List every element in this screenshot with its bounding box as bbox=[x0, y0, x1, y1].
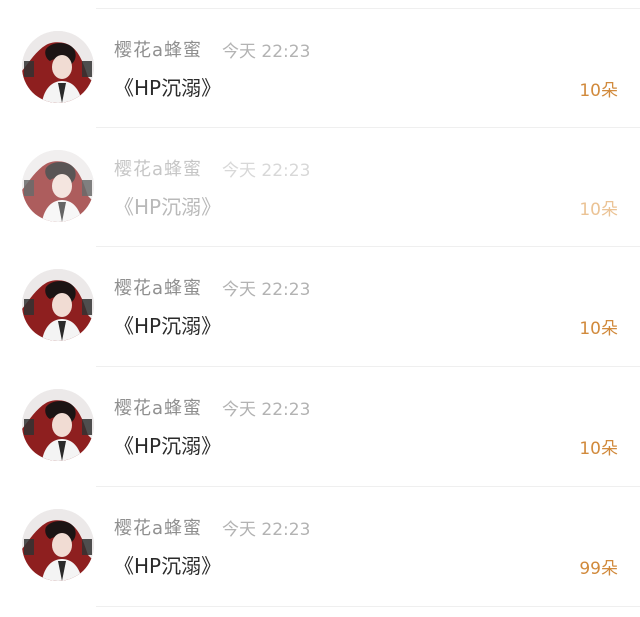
user-avatar-icon[interactable] bbox=[22, 509, 94, 581]
message-text: 《HP沉溺》 bbox=[114, 195, 222, 219]
user-name[interactable]: 樱花a蜂蜜 bbox=[114, 155, 202, 181]
user-avatar-icon[interactable] bbox=[22, 389, 94, 461]
timestamp: 今天 22:23 bbox=[222, 400, 311, 420]
timestamp: 今天 22:23 bbox=[222, 520, 311, 540]
divider bbox=[96, 606, 640, 607]
user-name[interactable]: 樱花a蜂蜜 bbox=[114, 394, 202, 420]
message-text: 《HP沉溺》 bbox=[114, 76, 222, 100]
user-avatar-icon[interactable] bbox=[22, 269, 94, 341]
message-text: 《HP沉溺》 bbox=[114, 314, 222, 338]
timestamp: 今天 22:23 bbox=[222, 280, 311, 300]
user-avatar-icon[interactable] bbox=[22, 31, 94, 103]
flower-count: 99朵 bbox=[579, 559, 618, 579]
flower-count: 10朵 bbox=[579, 200, 618, 220]
message-text: 《HP沉溺》 bbox=[114, 554, 222, 578]
list-item[interactable]: 樱花a蜂蜜 今天 22:23 《HP沉溺》 10朵 bbox=[0, 127, 640, 246]
user-name[interactable]: 樱花a蜂蜜 bbox=[114, 274, 202, 300]
user-avatar-icon[interactable] bbox=[22, 150, 94, 222]
list-item[interactable]: 樱花a蜂蜜 今天 22:23 《HP沉溺》 10朵 bbox=[0, 246, 640, 365]
flower-count: 10朵 bbox=[579, 81, 618, 101]
message-text: 《HP沉溺》 bbox=[114, 434, 222, 458]
user-name[interactable]: 樱花a蜂蜜 bbox=[114, 36, 202, 62]
list-item[interactable]: 樱花a蜂蜜 今天 22:23 《HP沉溺》 10朵 bbox=[0, 366, 640, 485]
flower-count: 10朵 bbox=[579, 439, 618, 459]
gift-record-list: 樱花a蜂蜜 今天 22:23 《HP沉溺》 10朵 樱花a蜂蜜 今天 22:23… bbox=[0, 0, 640, 617]
list-item[interactable]: 樱花a蜂蜜 今天 22:23 《HP沉溺》 99朵 bbox=[0, 486, 640, 605]
flower-count: 10朵 bbox=[579, 319, 618, 339]
list-item[interactable]: 樱花a蜂蜜 今天 22:23 《HP沉溺》 10朵 bbox=[0, 8, 640, 127]
user-name[interactable]: 樱花a蜂蜜 bbox=[114, 514, 202, 540]
timestamp: 今天 22:23 bbox=[222, 42, 311, 62]
timestamp: 今天 22:23 bbox=[222, 161, 311, 181]
